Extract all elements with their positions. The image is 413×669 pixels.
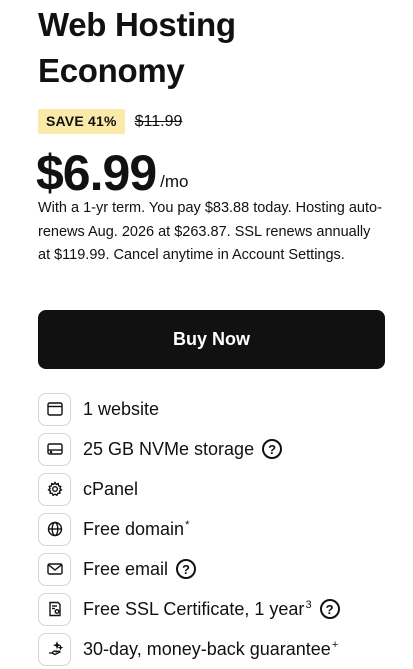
feature-item-storage: 25 GB NVMe storage ? — [38, 429, 398, 469]
feature-label: cPanel — [83, 478, 139, 499]
ssl-certificate-icon — [38, 592, 71, 626]
feature-item-cpanel: cPanel — [38, 469, 398, 509]
discount-row: SAVE 41% $11.99 — [38, 109, 182, 134]
old-price: $11.99 — [134, 112, 183, 130]
footnote-marker: * — [185, 518, 190, 531]
terms-text: With a 1-yr term. You pay $83.88 today. … — [38, 200, 382, 263]
save-badge: SAVE 41% — [38, 109, 125, 134]
price-row: $6.99 /mo — [36, 142, 188, 202]
feature-label: Free domain* — [83, 518, 190, 539]
price-period: /mo — [160, 172, 189, 191]
price: $6.99 — [36, 145, 157, 201]
buy-now-button[interactable]: Buy Now — [38, 310, 385, 369]
footnote-marker: + — [331, 638, 339, 651]
footnote-marker: 3 — [305, 598, 312, 611]
feature-item-guarantee: 30-day, money-back guarantee+ — [38, 629, 398, 669]
plan-title-line1: Web Hosting — [38, 6, 236, 43]
plan-title-line2: Economy — [38, 52, 185, 89]
feature-item-website: 1 website — [38, 389, 398, 429]
globe-icon — [38, 512, 71, 546]
feature-item-domain: Free domain* — [38, 509, 398, 549]
gear-icon — [38, 472, 71, 506]
feature-item-ssl: Free SSL Certificate, 1 year3 ? — [38, 589, 398, 629]
feature-label: 25 GB NVMe storage — [83, 438, 255, 459]
plan-title: Web Hosting Economy — [38, 2, 398, 94]
feature-label: Free SSL Certificate, 1 year3 — [83, 598, 312, 619]
envelope-icon — [38, 552, 71, 586]
storage-drive-icon — [38, 432, 71, 466]
help-icon[interactable]: ? — [319, 599, 340, 619]
help-icon[interactable]: ? — [262, 439, 283, 459]
sparkle-hand-icon — [38, 632, 71, 666]
browser-window-icon — [38, 392, 71, 426]
feature-item-email: Free email ? — [38, 549, 398, 589]
feature-list: 1 website 25 GB NVMe storage ? cPanel Fr… — [38, 389, 398, 669]
feature-label: 30-day, money-back guarantee+ — [83, 638, 339, 659]
help-icon[interactable]: ? — [176, 559, 197, 579]
feature-label: Free email — [83, 558, 169, 579]
feature-label: 1 website — [83, 398, 160, 419]
